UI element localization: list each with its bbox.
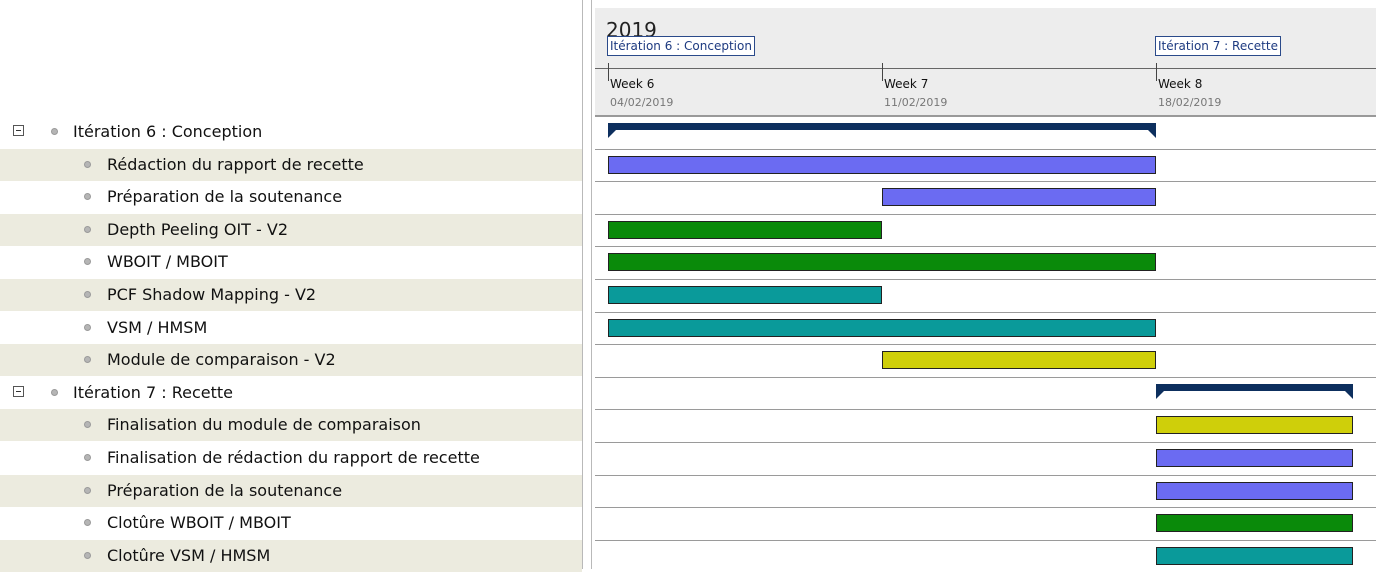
task-bar[interactable]	[1156, 546, 1354, 565]
tree-task-row[interactable]: Finalisation du module de comparaison	[0, 409, 582, 442]
collapse-toggle-icon[interactable]	[13, 125, 24, 136]
week-tick	[882, 63, 883, 81]
summary-start-marker	[1156, 390, 1164, 399]
tree-task-row[interactable]: Depth Peeling OIT - V2	[0, 213, 582, 246]
summary-end-marker	[1148, 130, 1156, 138]
summary-bar[interactable]	[1156, 383, 1354, 399]
tree-row-label: PCF Shadow Mapping - V2	[107, 285, 317, 304]
collapse-toggle-icon[interactable]	[13, 385, 24, 397]
tree-row-label: Finalisation du module de comparaison	[107, 415, 421, 435]
summary-bar[interactable]	[608, 123, 1156, 138]
header-divider	[595, 68, 1376, 69]
task-tree-panel: Itération 6 : Conception Rédaction du rap…	[0, 0, 582, 572]
week-tick	[608, 63, 609, 81]
panel-splitter[interactable]	[582, 0, 595, 569]
gantt-chart-panel: 2019 Itération 6 : Conception Itération 7…	[595, 0, 1376, 569]
row-gridline	[595, 312, 1376, 313]
tree-row-label: Finalisation de rédaction du rapport de …	[107, 448, 480, 467]
tree-row-label: WBOIT / MBOIT	[107, 252, 228, 272]
bullet-icon	[84, 291, 91, 298]
task-bar[interactable]	[1156, 514, 1354, 533]
task-bar[interactable]	[608, 220, 882, 239]
bullet-icon	[84, 193, 91, 201]
tree-row-label: Itération 7 : Recette	[73, 382, 233, 402]
week-date: 04/02/2019	[610, 96, 674, 109]
task-bar[interactable]	[1156, 481, 1354, 500]
task-bar[interactable]	[608, 318, 1156, 337]
week-date: 11/02/2019	[884, 96, 948, 109]
summary-start-marker	[608, 130, 616, 138]
tree-task-row[interactable]: Préparation de la soutenance	[0, 181, 582, 213]
tree-task-row[interactable]: PCF Shadow Mapping - V2	[0, 279, 582, 311]
tree-task-row[interactable]: Module de comparaison - V2	[0, 344, 582, 377]
task-bar[interactable]	[608, 253, 1156, 272]
bullet-icon	[51, 128, 58, 135]
tree-row-label: Module de comparaison - V2	[107, 350, 336, 370]
tree-task-row[interactable]: Préparation de la soutenance	[0, 474, 582, 507]
task-bar[interactable]	[1156, 449, 1354, 467]
timeline-header: 2019 Itération 6 : Conception Itération 7…	[595, 8, 1376, 116]
tree-task-row[interactable]: Clotûre VSM / HMSM	[0, 539, 582, 572]
iteration-header-label: Itération 7 : Recette	[1155, 36, 1281, 56]
tree-row-label: Préparation de la soutenance	[107, 187, 343, 207]
tree-task-row[interactable]: Finalisation de rédaction du rapport de …	[0, 442, 582, 474]
tree-group-row[interactable]: Itération 7 : Recette	[0, 377, 582, 409]
bullet-icon	[84, 486, 91, 494]
week-label: Week 6	[610, 77, 655, 91]
row-gridline	[595, 214, 1376, 215]
row-gridline	[595, 507, 1376, 508]
tree-row-label: Clotûre VSM / HMSM	[107, 545, 271, 565]
task-bar[interactable]	[608, 286, 882, 304]
row-gridline	[595, 116, 1376, 117]
week-date: 18/02/2019	[1158, 96, 1222, 109]
summary-end-marker	[1345, 390, 1354, 399]
task-bar[interactable]	[882, 351, 1156, 370]
tree-row-label: Préparation de la soutenance	[107, 480, 343, 500]
bullet-icon	[84, 551, 91, 559]
row-gridline	[595, 344, 1376, 345]
row-gridline	[595, 246, 1376, 247]
tree-row-label: VSM / HMSM	[107, 317, 208, 337]
bullet-icon	[84, 519, 91, 527]
bullet-icon	[51, 388, 58, 396]
bullet-icon	[84, 421, 91, 429]
row-gridline	[595, 540, 1376, 541]
week-label: Week 7	[884, 77, 929, 91]
bullet-icon	[84, 160, 91, 168]
tree-row-label: Itération 6 : Conception	[73, 122, 263, 141]
tree-row-label: Depth Peeling OIT - V2	[107, 219, 289, 239]
tree-task-row[interactable]: Clotûre WBOIT / MBOIT	[0, 507, 582, 539]
task-bar[interactable]	[882, 188, 1156, 207]
iteration-header-label: Itération 6 : Conception	[607, 36, 755, 56]
tree-task-row[interactable]: VSM / HMSM	[0, 312, 582, 344]
tree-group-row[interactable]: Itération 6 : Conception	[0, 116, 582, 148]
row-gridline	[595, 279, 1376, 280]
tree-row-label: Rédaction du rapport de recette	[107, 154, 364, 174]
row-gridline	[595, 442, 1376, 443]
row-gridline	[595, 409, 1376, 410]
tree-task-row[interactable]: WBOIT / MBOIT	[0, 246, 582, 278]
tree-row-label: Clotûre WBOIT / MBOIT	[107, 513, 291, 533]
bullet-icon	[84, 454, 91, 461]
row-gridline	[595, 181, 1376, 182]
week-label: Week 8	[1158, 77, 1203, 91]
week-tick	[1156, 63, 1157, 81]
bullet-icon	[84, 225, 91, 233]
tree-task-row[interactable]: Rédaction du rapport de recette	[0, 148, 582, 181]
row-gridline	[595, 149, 1376, 150]
bullet-icon	[84, 258, 91, 266]
task-bar[interactable]	[608, 155, 1156, 174]
bullet-icon	[84, 356, 91, 364]
row-gridline	[595, 377, 1376, 378]
task-bar[interactable]	[1156, 416, 1354, 435]
bullet-icon	[84, 323, 91, 331]
row-gridline	[595, 475, 1376, 476]
